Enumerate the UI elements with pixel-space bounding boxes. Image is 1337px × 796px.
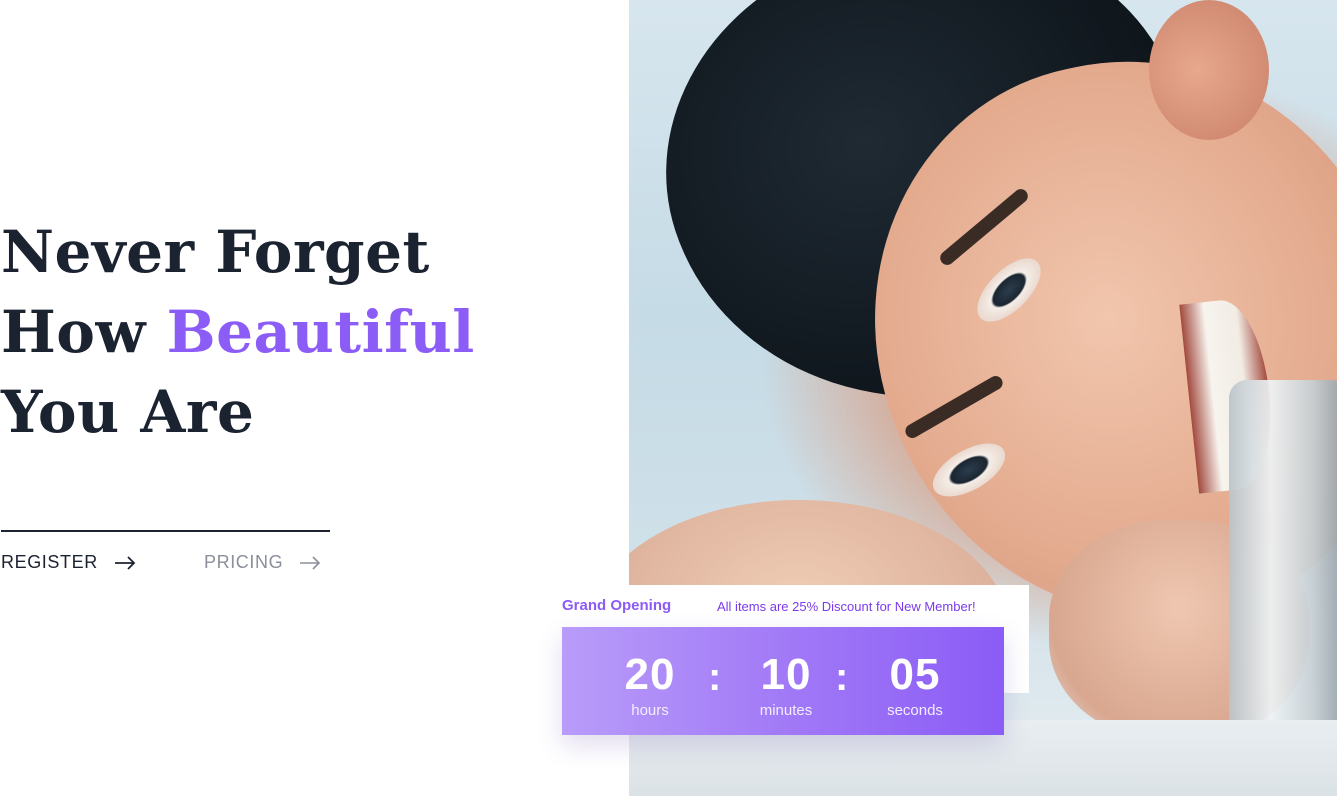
hours-label: hours: [631, 702, 669, 719]
promo-title: Grand Opening: [562, 597, 672, 614]
countdown-timer: 20 hours : 10 minutes : 05 seconds: [562, 627, 1004, 735]
hero-headline: Never Forget How Beautiful You Are: [1, 212, 475, 452]
cta-row: REGISTER PRICING: [1, 530, 330, 572]
headline-line-2: How Beautiful: [1, 292, 475, 372]
register-button[interactable]: REGISTER: [1, 552, 136, 573]
hours-value: 20: [624, 650, 676, 699]
minutes-value: 10: [760, 650, 812, 699]
headline-line-3: You Are: [1, 378, 255, 446]
arrow-right-icon: [114, 555, 136, 570]
countdown-minutes: 10 minutes: [736, 649, 836, 721]
countdown-separator: :: [708, 655, 722, 699]
promo-subtitle: All items are 25% Discount for New Membe…: [717, 599, 976, 614]
countdown-separator: :: [835, 655, 849, 699]
countdown-seconds: 05 seconds: [865, 649, 965, 721]
landing-page: Never Forget How Beautiful You Are REGIS…: [0, 0, 1337, 796]
hero-photo-ear: [1149, 0, 1269, 140]
headline-line-2-prefix: How: [1, 298, 146, 366]
seconds-label: seconds: [887, 702, 943, 719]
pricing-label: PRICING: [204, 552, 284, 572]
pricing-button[interactable]: PRICING: [204, 552, 321, 573]
countdown-hours: 20 hours: [600, 649, 700, 721]
headline-line-1: Never Forget: [1, 218, 430, 286]
register-label: REGISTER: [1, 552, 98, 572]
seconds-value: 05: [889, 650, 941, 699]
minutes-label: minutes: [759, 702, 813, 719]
headline-accent-word: Beautiful: [166, 298, 475, 366]
arrow-right-icon: [300, 555, 321, 570]
